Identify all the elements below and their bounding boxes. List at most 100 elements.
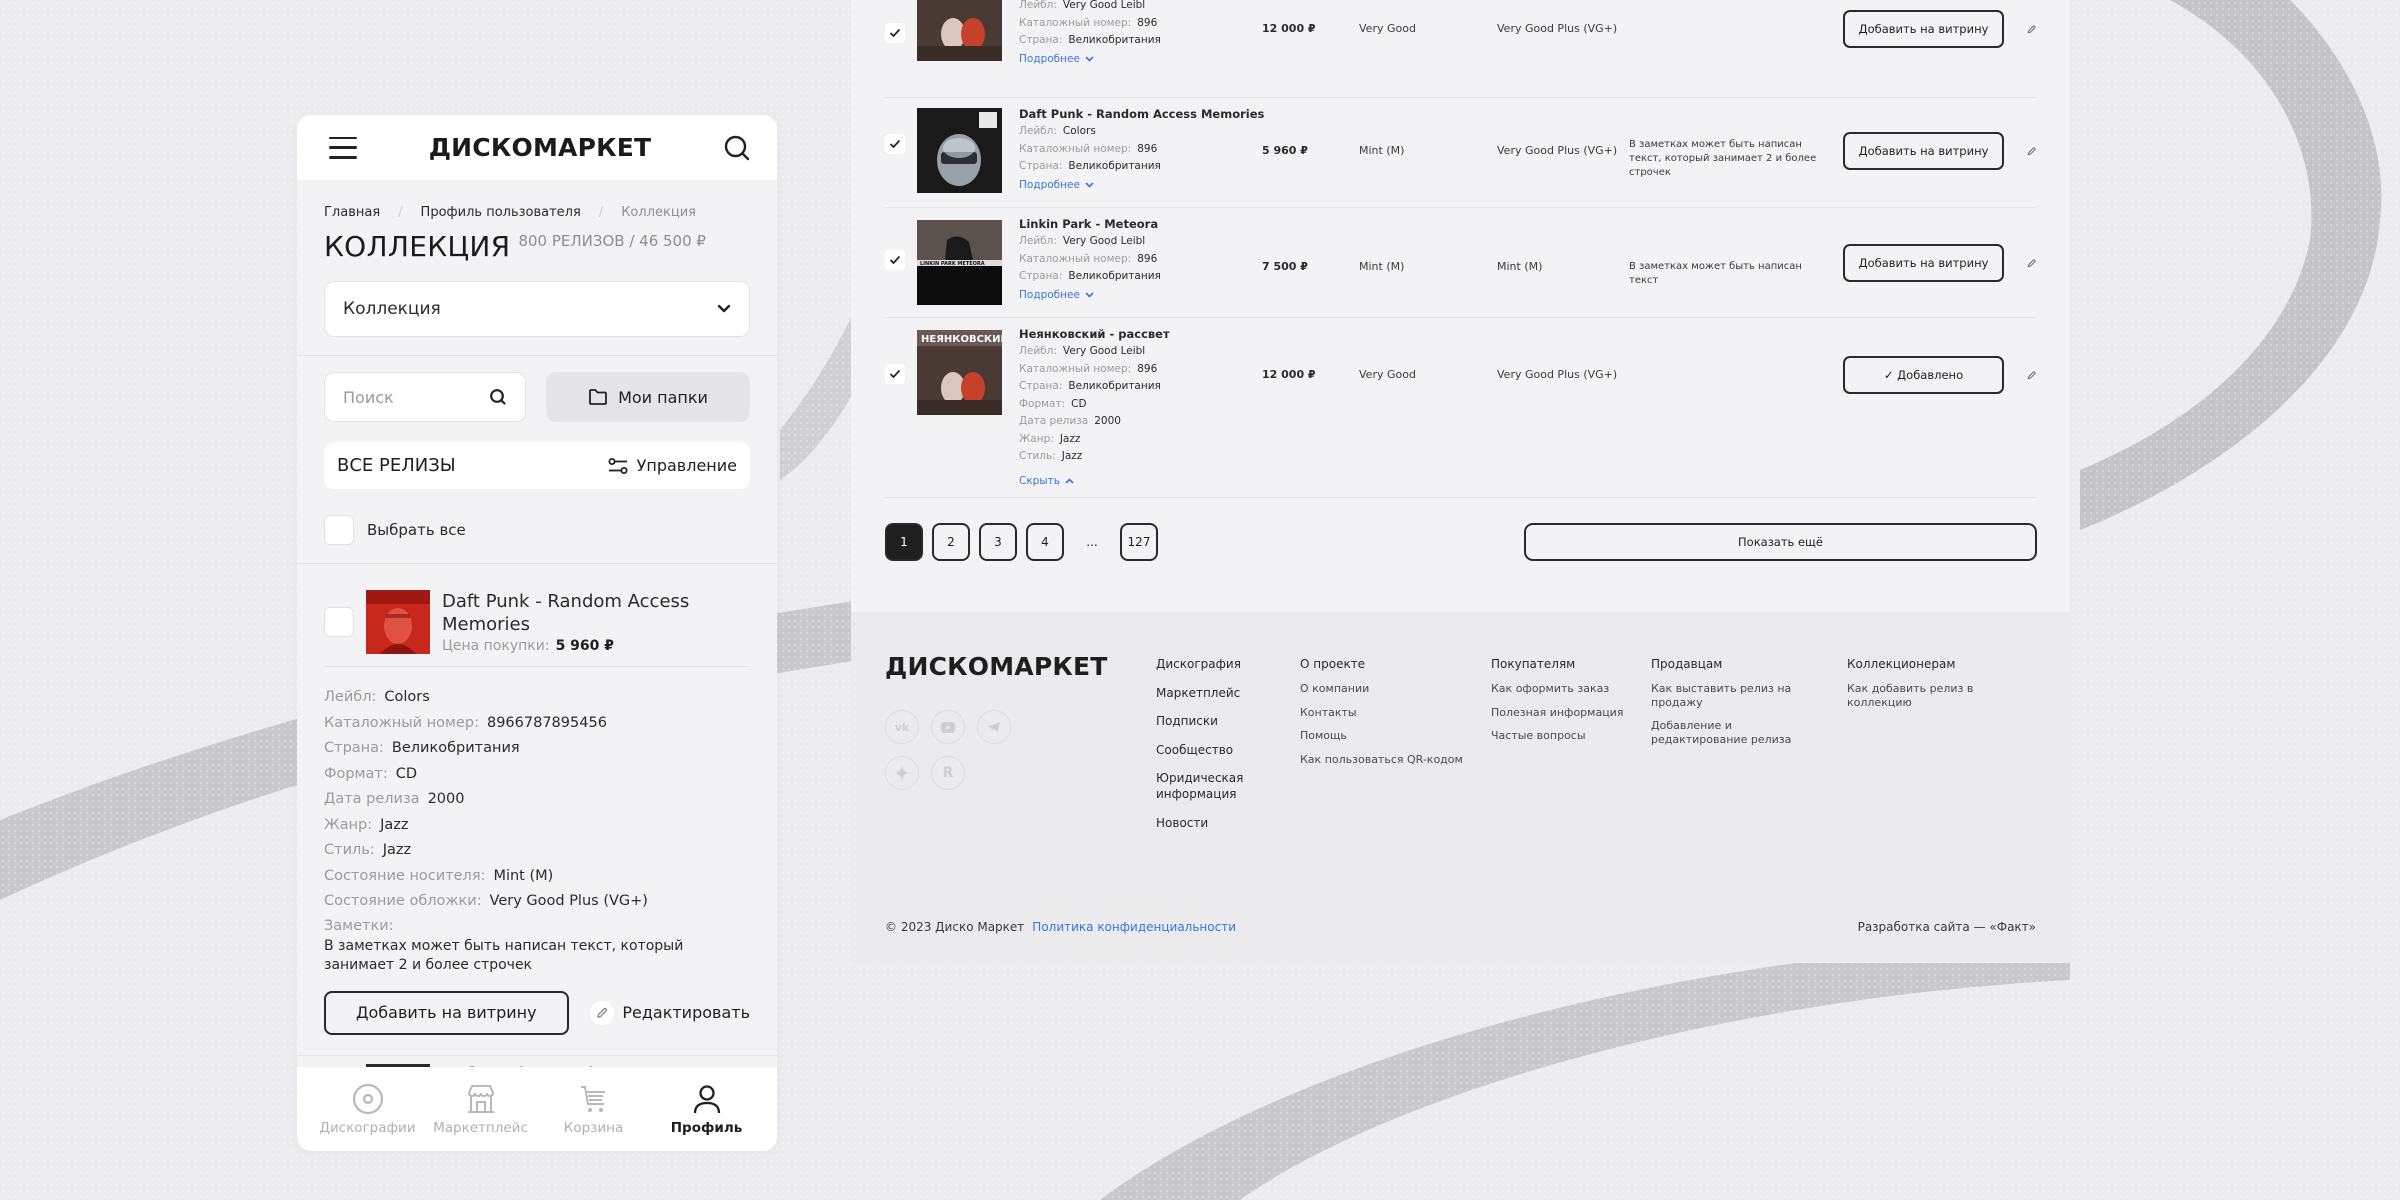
row-checkbox[interactable] (885, 364, 905, 384)
my-folders-button[interactable]: Мои папки (546, 372, 750, 422)
row-checkbox[interactable] (885, 23, 905, 43)
add-to-showcase-button[interactable]: Добавить на витрину (1843, 244, 2004, 282)
add-to-showcase-button[interactable]: Добавить на витрину (324, 990, 569, 1035)
footer-link[interactable]: Помощь (1300, 729, 1463, 743)
footer-link[interactable]: Как пользоваться QR-кодом (1300, 753, 1463, 767)
release-title[interactable]: Неянковский - рассвет (1019, 326, 1170, 343)
album-cover[interactable]: LINKIN PARK METEORA (917, 220, 1002, 305)
privacy-link[interactable]: Политика конфиденциальности (1032, 920, 1236, 934)
footer-link[interactable]: Подписки (1156, 713, 1256, 729)
item-title[interactable]: Daft Punk - Random Access Memories (442, 590, 750, 636)
select-all-checkbox[interactable] (324, 515, 354, 545)
vk-icon[interactable]: vk (885, 710, 919, 744)
breadcrumb-profile[interactable]: Профиль пользователя (421, 205, 581, 220)
page-button[interactable]: 3 (979, 523, 1017, 561)
album-cover[interactable]: НЕЯНКОВСКИЙ (917, 0, 1002, 61)
footer-link[interactable]: О компании (1300, 682, 1463, 696)
tab-cart[interactable]: Корзина (539, 1082, 649, 1136)
footer-link[interactable]: Дискография (1156, 656, 1256, 672)
youtube-icon[interactable] (931, 710, 965, 744)
menu-icon[interactable] (329, 136, 357, 159)
row-checkbox[interactable] (885, 134, 905, 154)
album-cover[interactable]: НЕЯНКОВСКИЙ (917, 330, 1009, 415)
release-price: 5 960 ₽ (1262, 144, 1308, 157)
release-price: 12 000 ₽ (1262, 22, 1316, 35)
edit-button[interactable] (2022, 142, 2040, 160)
footer-heading[interactable]: Покупателям (1491, 656, 1623, 672)
show-more-button[interactable]: Показать ещё (1524, 523, 2037, 561)
footer-link[interactable]: Сообщество (1156, 742, 1256, 758)
footer-link[interactable]: Частые вопросы (1491, 729, 1623, 743)
svg-text:НЕЯНКОВСКИЙ: НЕЯНКОВСКИЙ (921, 332, 1002, 345)
footer-link[interactable]: Как добавить релиз в коллекцию (1847, 682, 1987, 709)
select-all[interactable]: Выбрать все (324, 515, 750, 545)
detail-label: Формат: (1019, 397, 1066, 410)
page-button[interactable]: 2 (932, 523, 970, 561)
page-button[interactable]: 127 (1120, 523, 1158, 561)
release-detail: Жанр: Jazz (1019, 431, 1170, 449)
credit-link[interactable]: Разработка сайта — «Факт» (1858, 920, 2036, 934)
divider (297, 563, 777, 564)
footer-link[interactable]: Полезная информация (1491, 706, 1623, 720)
sliders-icon (608, 457, 628, 474)
footer-heading[interactable]: Продавцам (1651, 656, 1801, 672)
breadcrumb-current: Коллекция (621, 205, 696, 220)
footer-link[interactable]: Как выставить релиз на продажу (1651, 682, 1801, 709)
item-checkbox[interactable] (324, 607, 354, 637)
expand-toggle[interactable]: Подробнее (1019, 50, 1170, 68)
sleeve-condition: Mint (M) (1497, 260, 1543, 273)
expand-toggle[interactable]: Подробнее (1019, 286, 1161, 304)
zen-icon[interactable] (885, 756, 919, 790)
telegram-icon[interactable] (977, 710, 1011, 744)
release-detail: Каталожный номер: 896 (1019, 251, 1161, 269)
rutube-icon[interactable]: R (931, 756, 965, 790)
footer-link[interactable]: Юридическая информация (1156, 770, 1256, 802)
add-to-showcase-button[interactable]: Добавить на витрину (1843, 132, 2004, 170)
tab-discography[interactable]: Дискографии (313, 1082, 423, 1136)
edit-button[interactable]: Редактировать (590, 1000, 750, 1025)
release-title[interactable]: Daft Punk - Random Access Memories (1019, 106, 1264, 123)
detail-label: Формат: (324, 765, 388, 782)
list-item: Daft Punk - Random Access Memories Цена … (324, 590, 750, 654)
album-cover[interactable] (366, 590, 430, 654)
add-to-showcase-button[interactable]: Добавить на витрину (1843, 10, 2004, 48)
page-button[interactable]: 4 (1026, 523, 1064, 561)
footer-link[interactable]: Маркетплейс (1156, 685, 1256, 701)
collection-select[interactable]: Коллекция (324, 281, 750, 337)
footer-heading[interactable]: Коллекционерам (1847, 656, 1987, 672)
detail-label: Каталожный номер: (324, 714, 479, 731)
expand-toggle[interactable]: Подробнее (1019, 176, 1264, 194)
mobile-view: ДИСКОМАРКЕТ Главная / Профиль пользовате… (297, 115, 777, 1151)
detail-value: Jazz (380, 816, 409, 833)
breadcrumb-home[interactable]: Главная (324, 205, 380, 220)
footer-link[interactable]: Добавление и редактирование релиза (1651, 719, 1801, 746)
release-title[interactable]: Linkin Park - Meteora (1019, 216, 1161, 233)
search-input[interactable] (343, 387, 463, 407)
footer-link[interactable]: Контакты (1300, 706, 1463, 720)
footer-link[interactable]: Как оформить заказ (1491, 682, 1623, 696)
added-button[interactable]: ✓ Добавлено (1843, 356, 2004, 394)
search-field[interactable] (324, 372, 526, 422)
collapse-toggle[interactable]: Скрыть (1019, 472, 1170, 490)
footer-link[interactable]: Новости (1156, 815, 1256, 831)
row-checkbox[interactable] (885, 250, 905, 270)
edit-button[interactable] (2022, 20, 2040, 38)
tab-marketplace[interactable]: Маркетплейс (426, 1082, 536, 1136)
footer-col-about: О проекте О компании Контакты Помощь Как пол… (1300, 656, 1463, 776)
pencil-icon (2027, 146, 2036, 155)
search-icon[interactable] (489, 388, 507, 406)
manage-button[interactable]: Управление (607, 456, 737, 475)
check-icon (889, 369, 901, 379)
footer-heading[interactable]: О проекте (1300, 656, 1463, 672)
tab-profile[interactable]: Профиль (652, 1082, 762, 1136)
release-detail: Страна: Великобритания (1019, 378, 1170, 396)
page-button[interactable]: 1 (885, 523, 923, 561)
album-cover[interactable] (917, 108, 1002, 193)
edit-button[interactable] (2022, 366, 2040, 384)
logo[interactable]: ДИСКОМАРКЕТ (429, 133, 652, 162)
detail-value: CD (395, 765, 418, 782)
detail-value: Великобритания (1068, 270, 1161, 282)
edit-button[interactable] (2022, 254, 2040, 272)
search-icon[interactable] (723, 134, 751, 162)
footer-logo[interactable]: ДИСКОМАРКЕТ (885, 652, 1108, 681)
